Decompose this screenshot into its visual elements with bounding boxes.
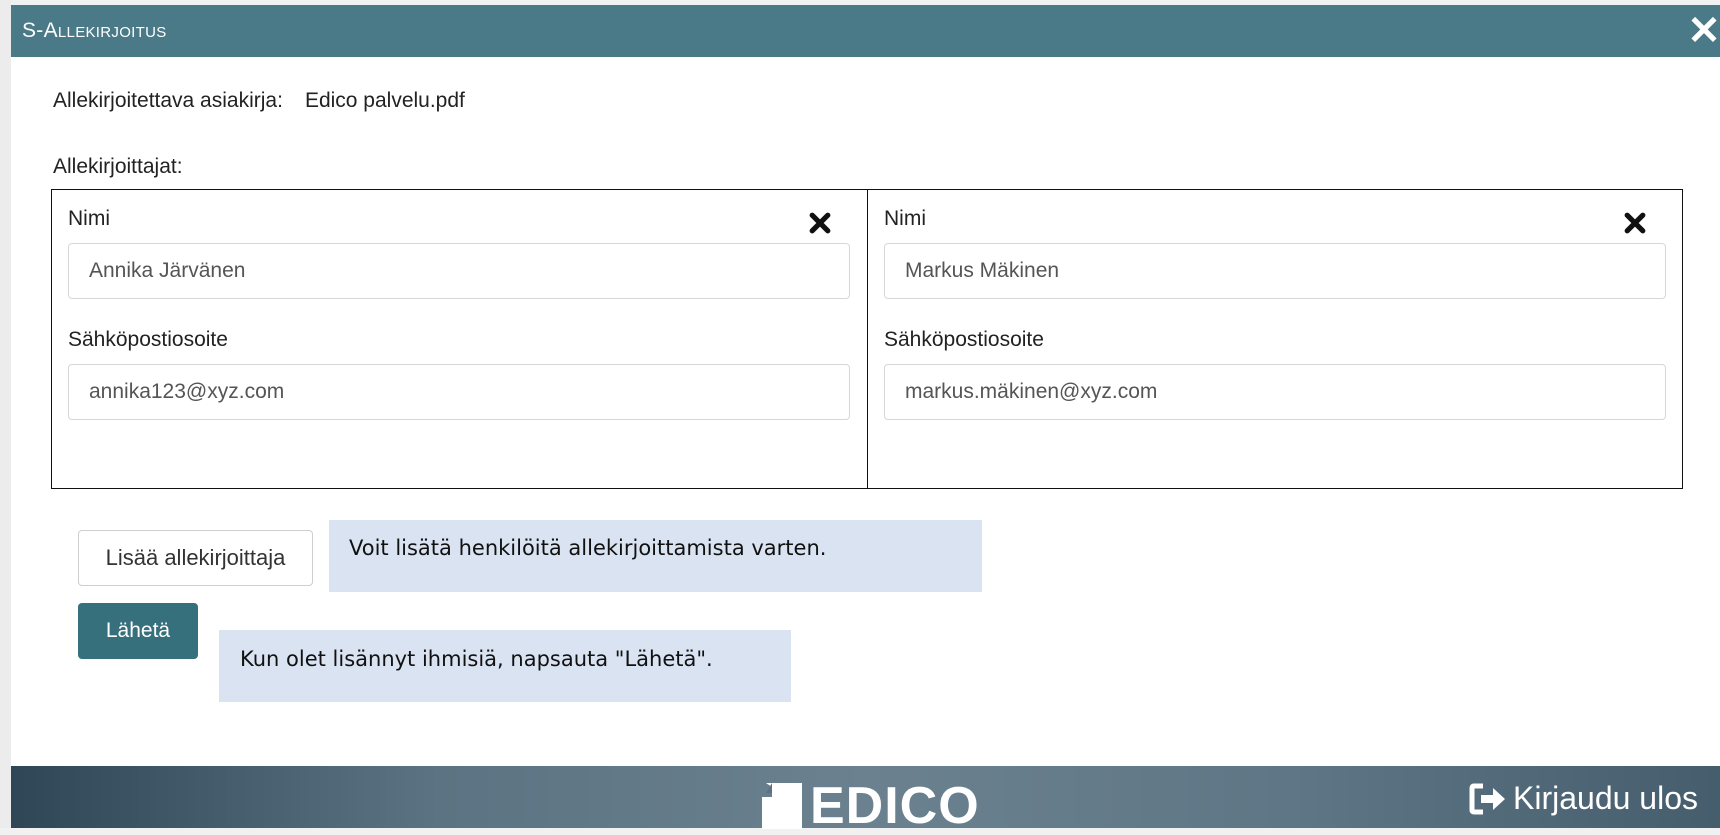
signer-name-input[interactable] <box>884 243 1666 299</box>
document-label: Allekirjoitettava asiakirja: <box>53 89 283 112</box>
signer-email-input[interactable] <box>884 364 1666 420</box>
email-label: Sähköpostiosoite <box>68 328 228 351</box>
name-label: Nimi <box>68 207 110 230</box>
close-icon[interactable]: ✕ <box>1682 9 1720 53</box>
remove-x-icon[interactable] <box>1622 210 1648 236</box>
hint-callout-send: Kun olet lisännyt ihmisiä, napsauta "Läh… <box>219 630 791 702</box>
background-strip <box>0 0 11 828</box>
signers-list: Nimi Sähköpostiosoite Nimi Sähköpostioso… <box>51 189 1683 489</box>
name-label: Nimi <box>884 207 926 230</box>
signature-dialog: S-Allekirjoitus ✕ Allekirjoitettava asia… <box>11 5 1720 766</box>
hint-callout-add: Voit lisätä henkilöitä allekirjoittamist… <box>329 520 982 592</box>
edico-logo: EDICO <box>762 780 980 832</box>
document-row: Allekirjoitettava asiakirja: Edico palvel… <box>53 89 465 113</box>
signer-card: Nimi Sähköpostiosoite <box>867 190 1682 488</box>
logout-link[interactable]: Kirjaudu ulos <box>1469 780 1698 817</box>
signer-email-input[interactable] <box>68 364 850 420</box>
document-name: Edico palvelu.pdf <box>304 89 465 112</box>
edico-logo-mark-icon <box>762 783 802 829</box>
dialog-titlebar: S-Allekirjoitus ✕ <box>11 5 1720 57</box>
signers-label: Allekirjoittajat: <box>53 155 183 178</box>
email-label: Sähköpostiosoite <box>884 328 1044 351</box>
brand-name: EDICO <box>810 777 980 835</box>
signer-name-input[interactable] <box>68 243 850 299</box>
dialog-title: S-Allekirjoitus <box>22 19 167 42</box>
footer-bar: EDICO Kirjaudu ulos <box>11 766 1720 832</box>
send-button[interactable]: Lähetä <box>78 603 198 659</box>
sign-out-icon <box>1469 783 1505 814</box>
remove-x-icon[interactable] <box>807 210 833 236</box>
signer-card: Nimi Sähköpostiosoite <box>52 190 867 488</box>
logout-label: Kirjaudu ulos <box>1513 780 1698 816</box>
add-signer-button[interactable]: Lisää allekirjoittaja <box>78 530 313 586</box>
